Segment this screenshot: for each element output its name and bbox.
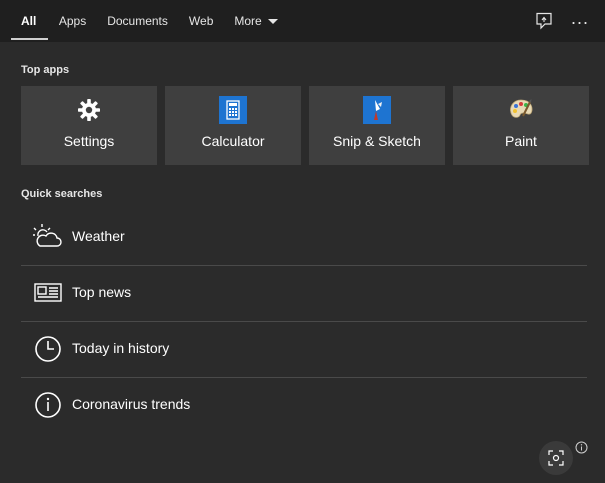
top-apps-title: Top apps <box>21 64 70 76</box>
app-tile-label: Calculator <box>201 133 265 149</box>
tab-apps-label: Apps <box>58 14 87 28</box>
quick-searches-title: Quick searches <box>21 188 103 200</box>
tab-more-label: More <box>234 14 262 28</box>
tab-apps[interactable]: Apps <box>48 0 96 42</box>
tab-web-label: Web <box>188 14 214 28</box>
app-tile-calculator[interactable]: Calculator <box>165 86 301 165</box>
tab-more[interactable]: More <box>224 0 288 42</box>
visual-search-button[interactable] <box>539 441 573 475</box>
filter-tabs: All Apps Documents Web More <box>0 0 288 42</box>
app-tile-paint[interactable]: Paint <box>453 86 589 165</box>
quick-search-label: Top news <box>72 284 132 300</box>
info-icon <box>35 392 61 418</box>
newspaper-icon <box>34 283 62 302</box>
feedback-icon <box>536 12 552 30</box>
top-apps-grid: Settings Calculator Snip & Sketch Paint <box>21 86 589 165</box>
quick-search-label: Weather <box>72 228 125 244</box>
app-tile-settings[interactable]: Settings <box>21 86 157 165</box>
quick-search-today-in-history[interactable]: Today in history <box>21 322 587 378</box>
app-tile-label: Paint <box>505 133 537 149</box>
quick-search-label: Coronavirus trends <box>72 396 191 412</box>
more-options-button[interactable]: ... <box>569 8 591 32</box>
tab-web[interactable]: Web <box>178 0 223 42</box>
app-tile-label: Snip & Sketch <box>333 133 421 149</box>
weather-icon <box>33 224 62 247</box>
snip-sketch-icon <box>363 96 391 124</box>
quick-search-label: Today in history <box>72 340 170 356</box>
calculator-icon <box>219 96 247 124</box>
gear-icon <box>75 96 103 124</box>
quick-search-weather[interactable]: Weather <box>21 210 587 266</box>
tab-documents[interactable]: Documents <box>97 0 179 42</box>
visual-search-icon <box>548 450 564 466</box>
chevron-down-icon <box>267 18 278 24</box>
quick-search-coronavirus-trends[interactable]: Coronavirus trends <box>21 378 587 433</box>
top-bar: All Apps Documents Web More ... <box>0 0 605 42</box>
clock-icon <box>35 336 61 362</box>
tab-all[interactable]: All <box>0 0 49 42</box>
app-tile-label: Settings <box>63 133 115 149</box>
app-tile-snip-sketch[interactable]: Snip & Sketch <box>309 86 445 165</box>
tab-documents-label: Documents <box>107 14 168 28</box>
quick-searches-list: Weather Top news Today in history Corona… <box>21 210 587 433</box>
tab-all-label: All <box>21 14 37 28</box>
feedback-button[interactable] <box>533 10 555 32</box>
quick-search-top-news[interactable]: Top news <box>21 266 587 322</box>
info-icon[interactable] <box>575 441 588 454</box>
more-options-icon: ... <box>570 8 589 28</box>
paint-palette-icon <box>510 99 533 118</box>
